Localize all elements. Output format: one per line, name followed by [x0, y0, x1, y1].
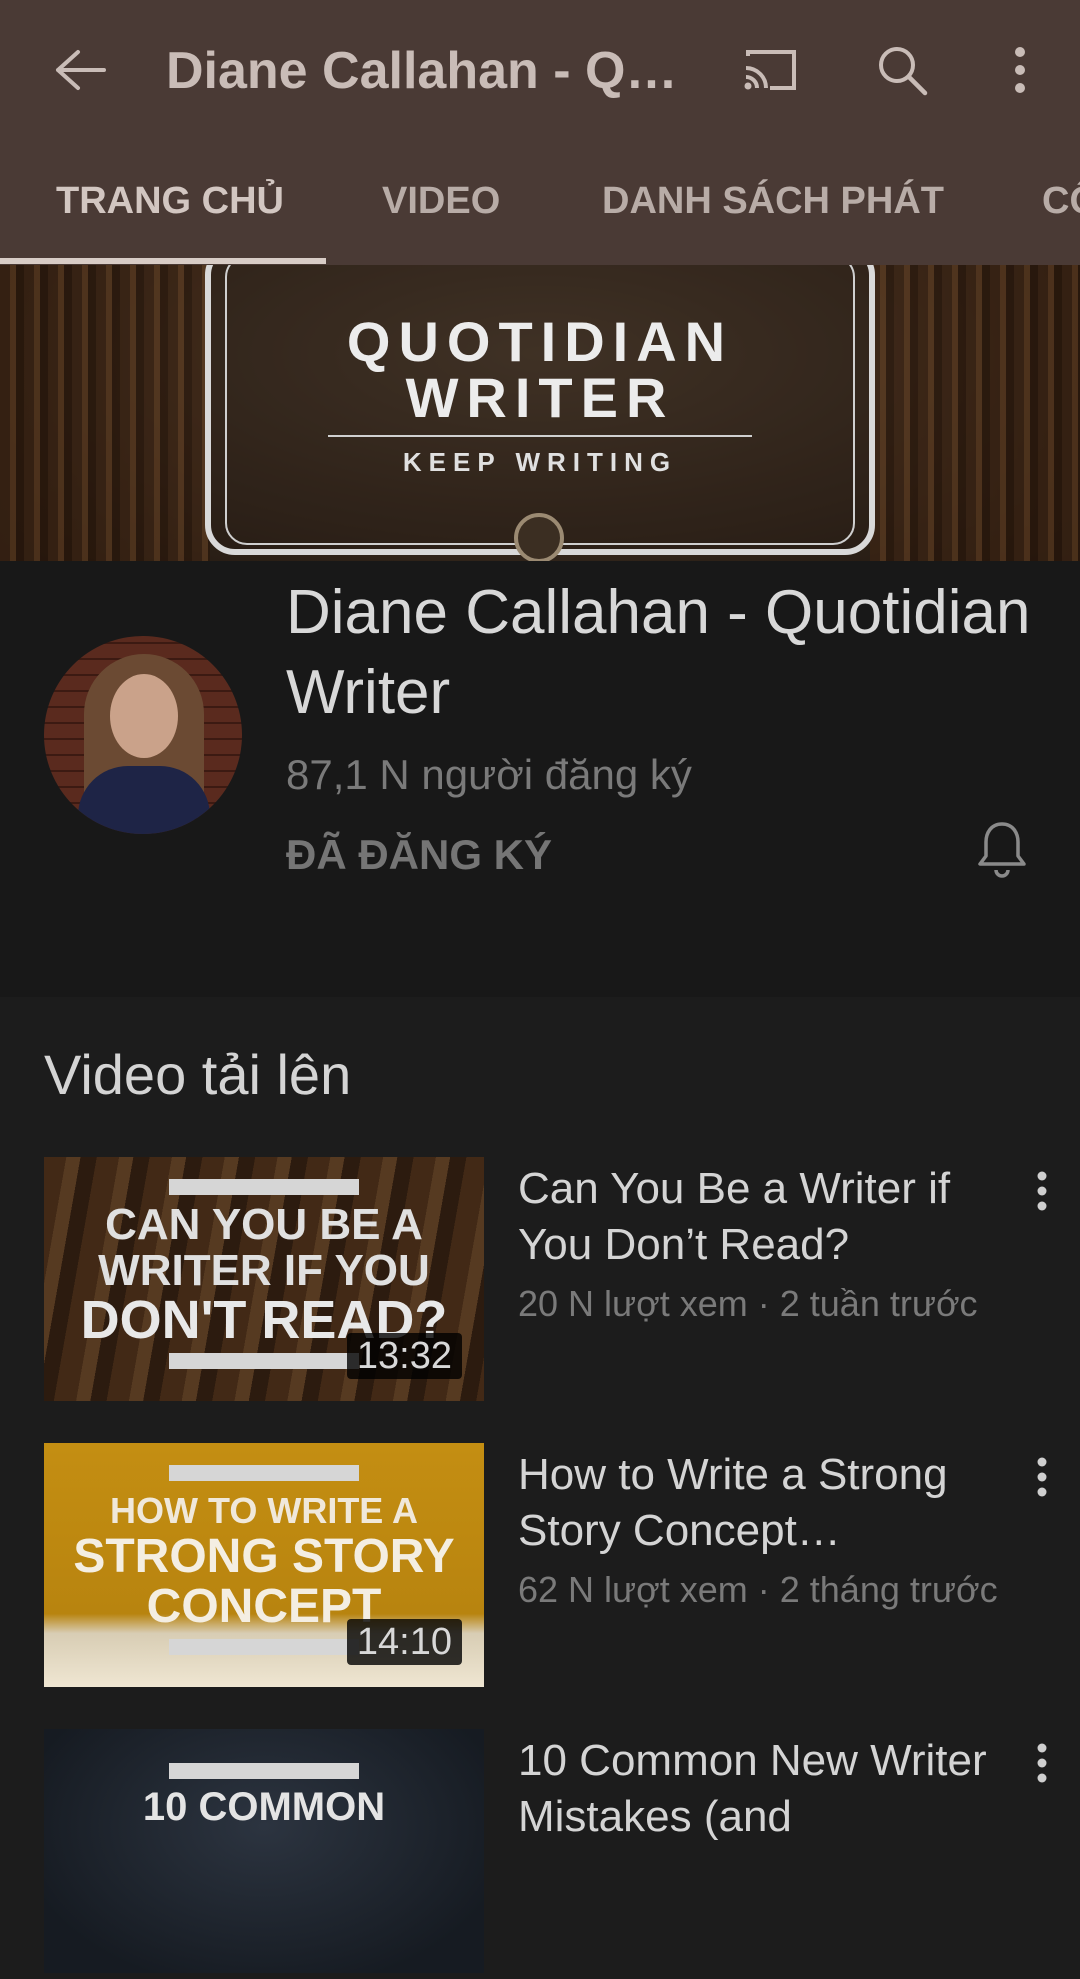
active-tab-indicator: [0, 258, 326, 264]
page-title: Diane Callahan - Quotidian Writer: [166, 42, 696, 100]
channel-tabs: TRANG CHỦ VIDEO DANH SÁCH PHÁT CỘNG ĐỒNG: [0, 140, 1080, 265]
banner-divider: [328, 435, 752, 437]
video-thumbnail[interactable]: HOW TO WRITE A STRONG STORY CONCEPT 14:1…: [44, 1443, 484, 1687]
thumbnail-text-line2: WRITER IF YOU: [98, 1246, 430, 1295]
tab-home[interactable]: TRANG CHỦ: [56, 140, 284, 265]
video-duration: 13:32: [346, 1333, 462, 1379]
channel-banner: QUOTIDIAN WRITER KEEP WRITING: [0, 265, 1080, 561]
search-icon[interactable]: [862, 30, 942, 110]
avatar-shirt: [78, 766, 210, 834]
cast-icon[interactable]: [730, 30, 810, 110]
tab-videos[interactable]: VIDEO: [382, 140, 500, 265]
video-meta: 20 N lượt xem · 2 tuần trước: [518, 1283, 978, 1324]
banner-clock: [514, 513, 564, 561]
video-item[interactable]: CAN YOU BE A WRITER IF YOU DON'T READ? 1…: [0, 1157, 1080, 1407]
thumbnail-bar-top: [169, 1179, 359, 1195]
section-heading: Video tải lên: [44, 1043, 352, 1106]
thumbnail-text-line1: HOW TO WRITE A: [110, 1490, 418, 1531]
avatar[interactable]: [44, 636, 242, 834]
thumbnail-bar-bottom: [169, 1639, 359, 1655]
more-vert-icon[interactable]: [1020, 1447, 1064, 1507]
video-meta: 62 N lượt xem · 2 tháng trước: [518, 1569, 998, 1610]
thumbnail-text-line1: 10 COMMON: [142, 1785, 386, 1829]
channel-name: Diane Callahan - Quotidian Writer: [286, 578, 1031, 727]
thumbnail-bar-top: [169, 1465, 359, 1481]
banner-tagline: KEEP WRITING: [402, 447, 678, 477]
subscriber-count: 87,1 N người đăng ký: [286, 751, 692, 798]
more-vert-icon[interactable]: [1020, 1733, 1064, 1793]
tab-community[interactable]: CỘNG ĐỒNG: [1042, 140, 1080, 265]
thumbnail-text-line1: CAN YOU BE A: [105, 1200, 423, 1249]
video-duration: 14:10: [346, 1619, 462, 1665]
more-vert-icon[interactable]: [980, 30, 1060, 110]
avatar-face: [110, 674, 178, 758]
subscribed-button[interactable]: ĐÃ ĐĂNG KÝ: [286, 827, 552, 883]
video-title[interactable]: How to Write a Strong Story Concept…: [518, 1447, 1008, 1559]
tab-playlists[interactable]: DANH SÁCH PHÁT: [602, 140, 944, 265]
thumbnail-bar-top: [169, 1763, 359, 1779]
uploads-section: Video tải lên CAN YOU BE A WRITER IF YOU…: [0, 997, 1080, 1973]
notification-bell-icon[interactable]: [966, 809, 1038, 889]
thumbnail-text-line2: STRONG STORY: [73, 1530, 455, 1583]
video-thumbnail[interactable]: CAN YOU BE A WRITER IF YOU DON'T READ? 1…: [44, 1157, 484, 1401]
video-thumbnail[interactable]: 10 COMMON: [44, 1729, 484, 1973]
video-item[interactable]: 10 COMMON 10 Common New Writer Mistakes …: [0, 1729, 1080, 1979]
thumbnail-bar-bottom: [169, 1353, 359, 1369]
video-title[interactable]: Can You Be a Writer if You Don’t Read?: [518, 1161, 1008, 1273]
more-vert-icon[interactable]: [1020, 1161, 1064, 1221]
video-title[interactable]: 10 Common New Writer Mistakes (and: [518, 1733, 1008, 1845]
back-arrow-icon[interactable]: [40, 30, 120, 110]
video-item[interactable]: HOW TO WRITE A STRONG STORY CONCEPT 14:1…: [0, 1443, 1080, 1693]
app-bar: Diane Callahan - Quotidian Writer: [0, 0, 1080, 140]
channel-header: Diane Callahan - Quotidian Writer 87,1 N…: [0, 561, 1080, 997]
banner-title-line2: WRITER: [405, 366, 675, 429]
